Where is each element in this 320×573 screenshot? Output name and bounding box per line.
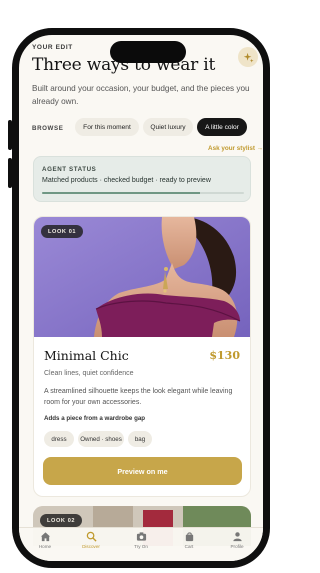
tab-try-on[interactable]: Try On	[119, 531, 163, 559]
look-title: Minimal Chic	[44, 348, 129, 363]
look-badge: LOOK 01	[41, 225, 84, 238]
look-price: $130	[209, 349, 240, 362]
agent-status-title: AGENT STATUS	[42, 166, 97, 173]
preview-on-me-button[interactable]: Preview on me	[43, 457, 242, 485]
agent-status-progress	[42, 192, 244, 194]
sparkle-icon	[243, 52, 254, 63]
tab-label: Cart	[184, 544, 194, 549]
ask-stylist-link[interactable]: Ask your stylist →	[208, 145, 263, 152]
sparkle-button[interactable]	[238, 47, 258, 67]
look-card[interactable]: LOOK 01 Minimal Chic $130 Clean lines, q…	[33, 216, 251, 497]
bag-icon	[185, 532, 193, 542]
look-subtitle: Clean lines, quiet confidence	[44, 370, 134, 377]
tab-label: Home	[38, 544, 52, 549]
tag-dress[interactable]: dress	[44, 431, 74, 447]
screen: YOUR EDIT Three ways to wear it Built ar…	[19, 35, 263, 561]
tab-label: Discover	[82, 544, 100, 549]
chip-for-this-moment[interactable]: For this moment	[75, 118, 139, 136]
page-subtitle: Built around your occasion, your budget,…	[32, 84, 250, 106]
agent-status-card: AGENT STATUS Matched products · checked …	[33, 156, 251, 202]
search-icon	[86, 531, 97, 542]
eyebrow-label: YOUR EDIT	[32, 44, 73, 51]
camera-icon	[136, 532, 146, 541]
tab-discover[interactable]: Discover	[69, 531, 113, 559]
browse-label: BROWSE	[32, 125, 64, 132]
tab-bar: Home Discover Try On Cart Profile	[19, 527, 263, 561]
look-note: Adds a piece from a wardrobe gap	[44, 415, 146, 422]
tab-profile[interactable]: Profile	[215, 531, 259, 559]
tab-label: Profile	[230, 544, 244, 549]
dynamic-island	[110, 41, 186, 63]
agent-status-progress-fill	[42, 192, 200, 194]
look-description: A streamlined silhouette keeps the look …	[44, 388, 233, 406]
tab-label: Try On	[134, 544, 148, 549]
tab-home[interactable]: Home	[23, 531, 67, 559]
chip-a-little-color[interactable]: A little color	[197, 118, 247, 136]
phone-frame: YOUR EDIT Three ways to wear it Built ar…	[12, 28, 270, 568]
agent-status-text: Matched products · checked budget · read…	[42, 177, 211, 184]
person-icon	[232, 532, 242, 542]
home-icon	[40, 532, 50, 542]
chip-quiet-luxury[interactable]: Quiet luxury	[143, 118, 193, 136]
next-look-badge: LOOK 02	[40, 514, 83, 527]
tag-owned-shoes[interactable]: Owned · shoes	[78, 431, 124, 447]
tab-cart[interactable]: Cart	[167, 531, 211, 559]
tag-bag[interactable]: bag	[128, 431, 152, 447]
